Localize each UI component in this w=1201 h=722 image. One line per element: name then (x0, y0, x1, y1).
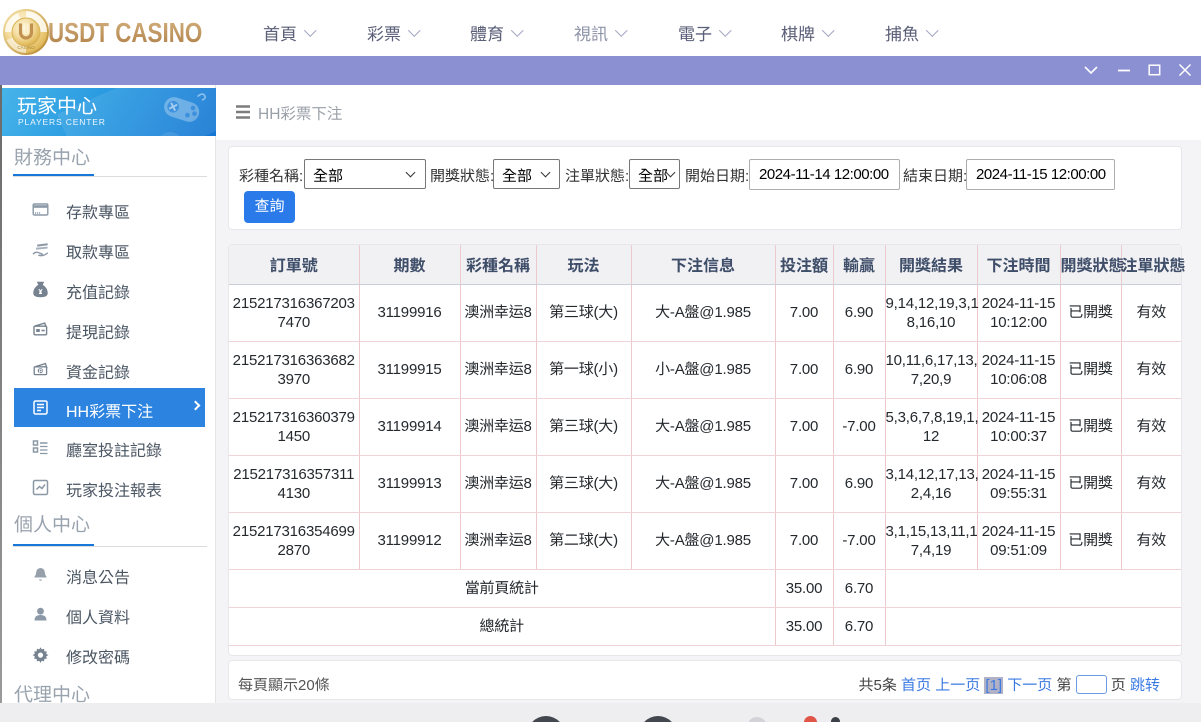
svg-text:CASINO: CASINO (17, 45, 35, 50)
